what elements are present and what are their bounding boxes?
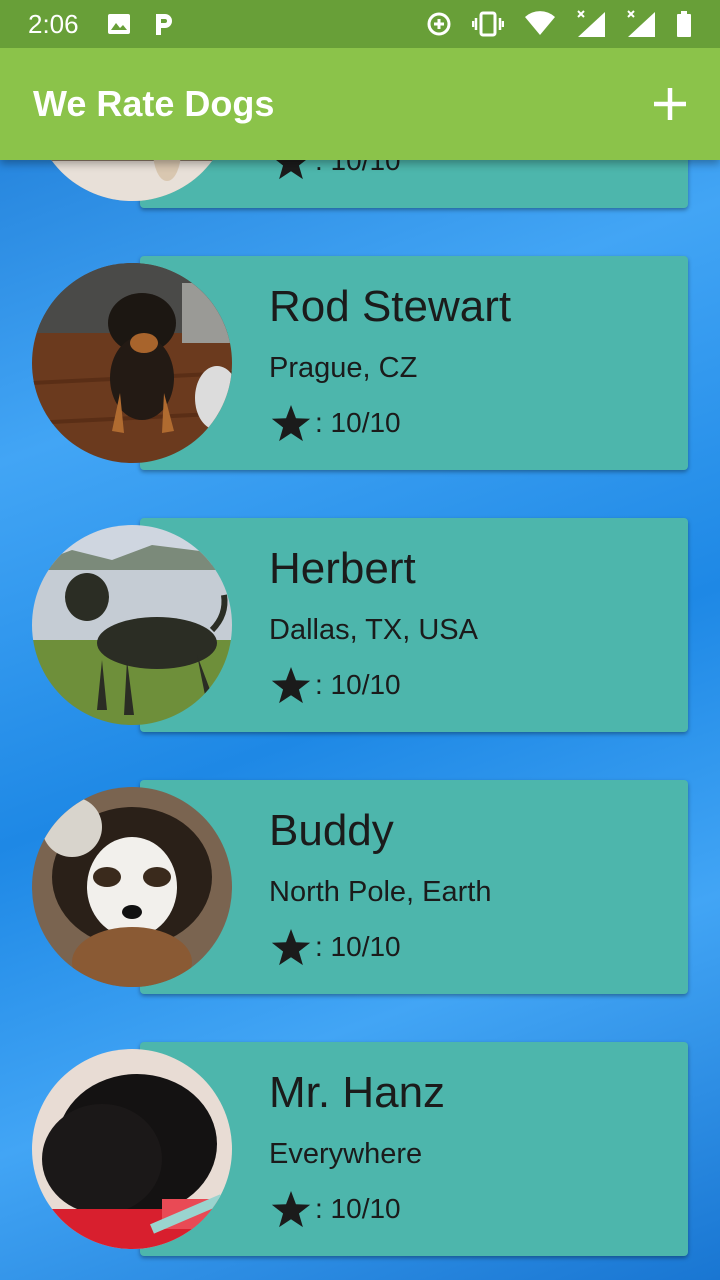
status-bar: 2:06: [0, 0, 720, 48]
dog-rating-text: : 10/10: [315, 931, 401, 962]
dog-rating: : 10/10: [271, 1190, 401, 1228]
dog-rating: : 10/10: [271, 666, 401, 704]
dog-location: Prague, CZ: [269, 352, 418, 384]
dog-avatar: [32, 525, 232, 725]
dog-name: Rod Stewart: [269, 282, 512, 331]
dog-rating-text: : 10/10: [315, 407, 401, 438]
dog-list-item[interactable]: Buddy North Pole, Earth : 10/10: [0, 780, 720, 994]
image-icon: [107, 14, 130, 34]
star-icon: [271, 928, 311, 966]
dog-rating-text: : 10/10: [315, 669, 401, 700]
signal-icon: [577, 10, 605, 37]
dog-list-item[interactable]: Mr. Hanz Everywhere : 10/10: [0, 1042, 720, 1256]
dog-name: Mr. Hanz: [269, 1068, 446, 1117]
app-bar: We Rate Dogs: [0, 48, 720, 160]
dog-location: North Pole, Earth: [269, 876, 492, 908]
data-saver-icon: [427, 12, 451, 36]
dog-list: : 10/10 Rod Stewart Prague, CZ : 10/10 H…: [0, 0, 720, 1280]
app-title: We Rate Dogs: [33, 83, 275, 124]
dog-avatar: [32, 787, 232, 987]
star-icon: [271, 666, 311, 704]
star-icon: [271, 1190, 311, 1228]
wifi-icon: [525, 11, 555, 36]
dog-rating: : 10/10: [271, 404, 401, 442]
dog-avatar: [32, 263, 232, 463]
dog-list-item[interactable]: Rod Stewart Prague, CZ : 10/10: [0, 256, 720, 470]
dog-location: Everywhere: [269, 1138, 423, 1170]
status-time: 2:06: [28, 8, 79, 39]
dog-name: Herbert: [269, 544, 416, 593]
dog-rating-text: : 10/10: [315, 1193, 401, 1224]
dog-list-item[interactable]: Herbert Dallas, TX, USA : 10/10: [0, 518, 720, 732]
dog-name: Buddy: [269, 806, 394, 855]
dog-location: Dallas, TX, USA: [269, 614, 478, 646]
vibrate-icon: [472, 11, 504, 37]
add-icon[interactable]: [650, 84, 690, 124]
dog-rating: : 10/10: [271, 928, 401, 966]
parking-icon: [155, 14, 172, 35]
star-icon: [271, 404, 311, 442]
signal-icon: [627, 10, 655, 37]
battery-icon: [677, 11, 691, 37]
dog-avatar: [32, 1049, 232, 1249]
